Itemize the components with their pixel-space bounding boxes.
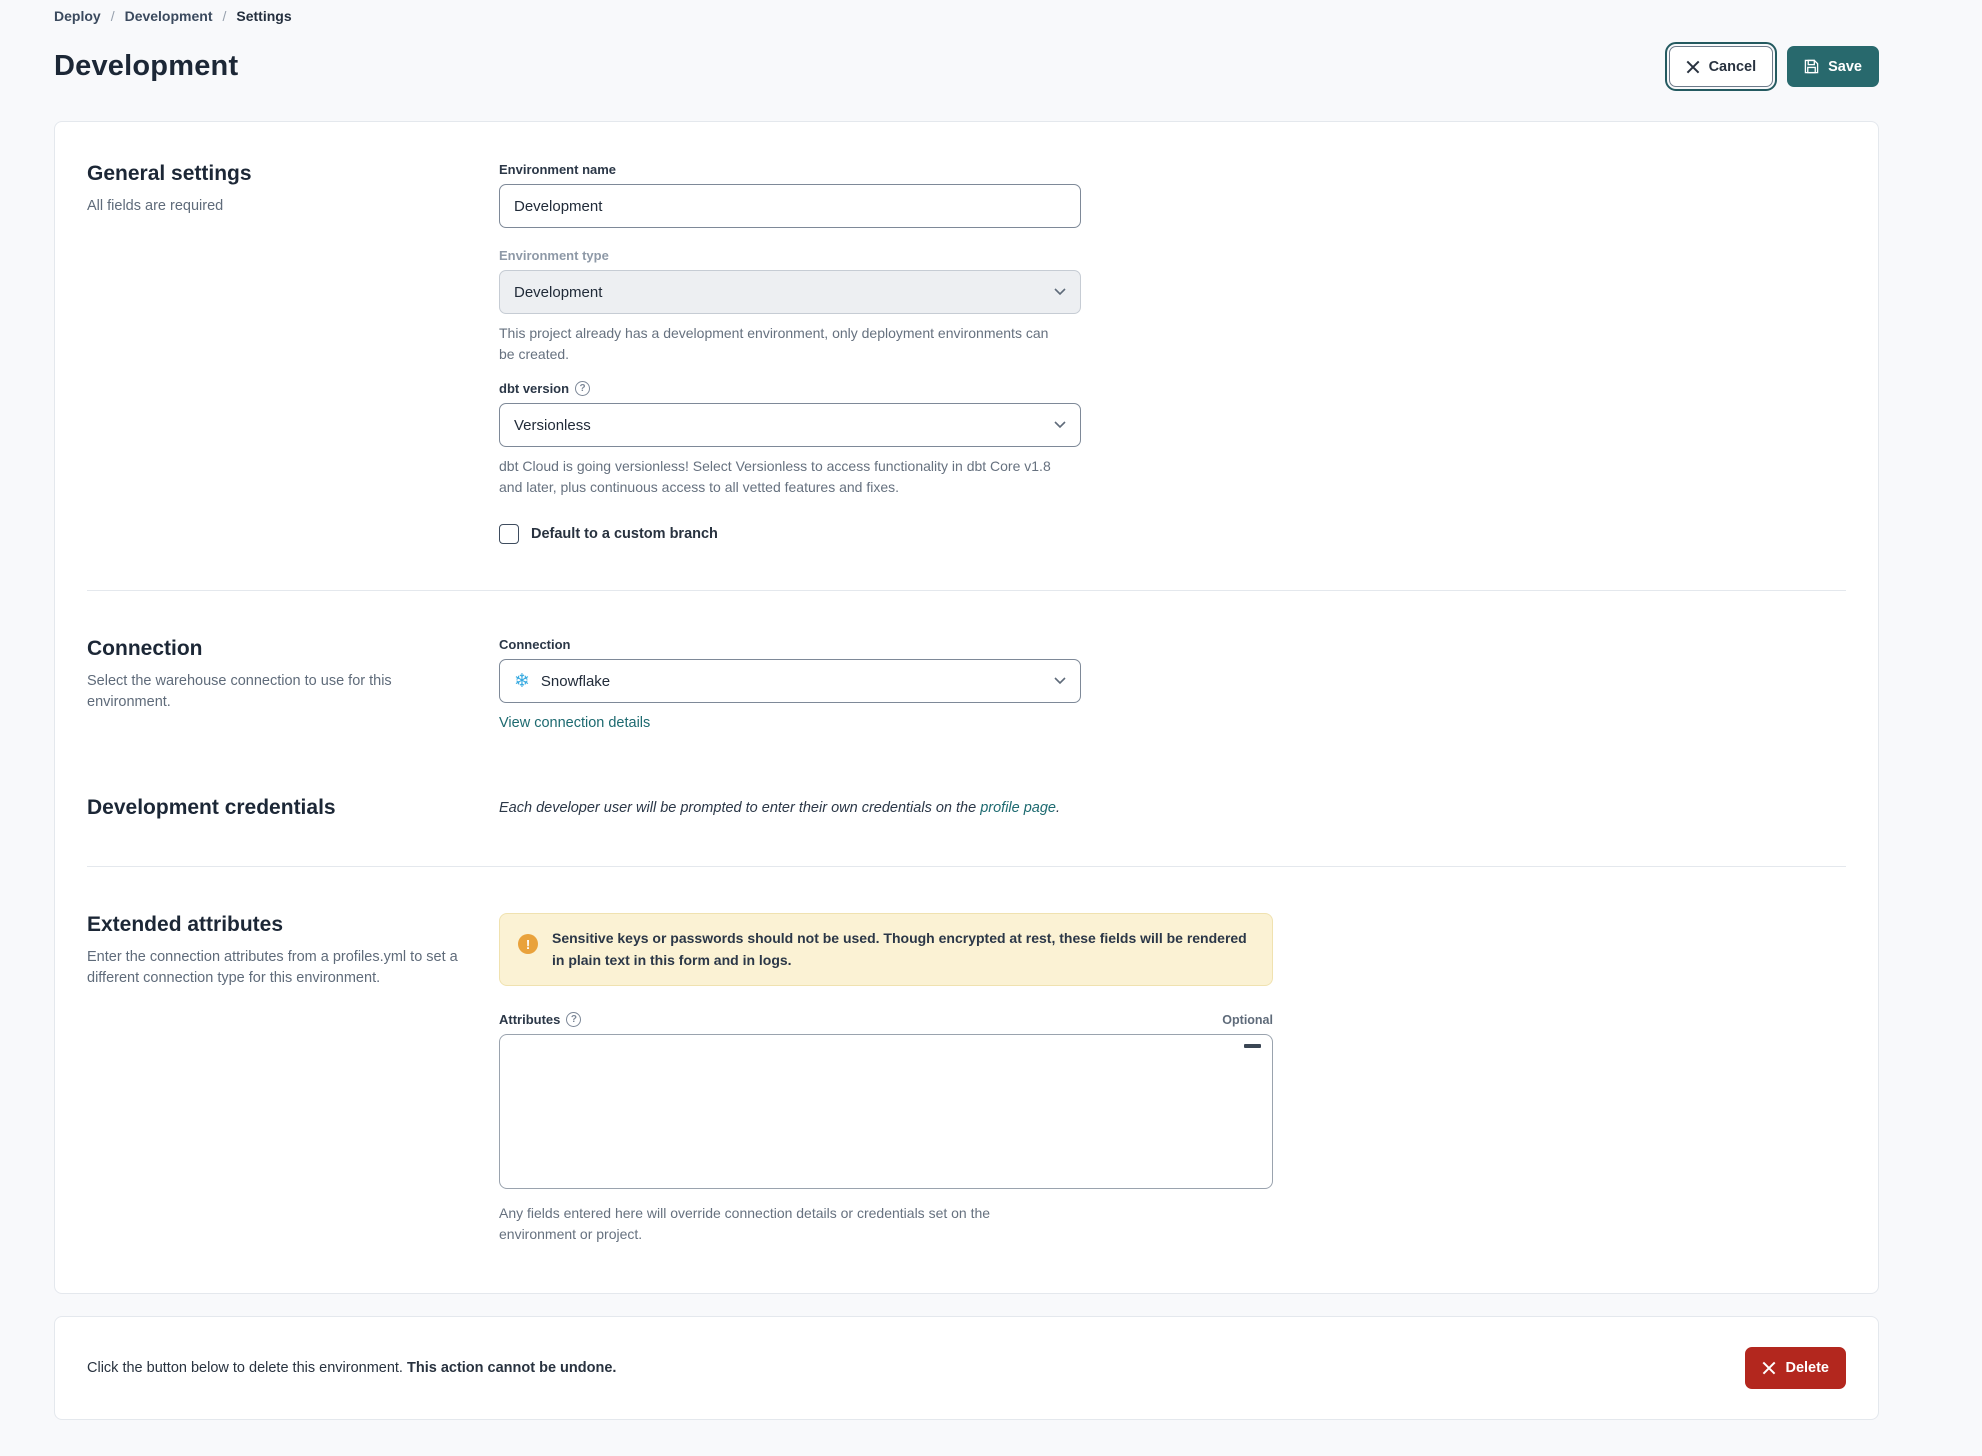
connection-field-label: Connection: [499, 637, 571, 652]
delete-environment-card: Click the button below to delete this en…: [54, 1316, 1879, 1421]
breadcrumb-settings: Settings: [236, 8, 292, 24]
breadcrumb-separator: /: [110, 8, 115, 24]
extended-attributes-heading: Extended attributes: [87, 913, 284, 936]
credentials-note-prefix: Each developer user will be prompted to …: [499, 800, 981, 816]
environment-name-input[interactable]: [499, 184, 1081, 228]
breadcrumb-deploy[interactable]: Deploy: [54, 8, 101, 24]
environment-type-label: Environment type: [499, 248, 609, 263]
close-icon: [1762, 1361, 1776, 1375]
dbt-version-help: dbt Cloud is going versionless! Select V…: [499, 458, 1051, 495]
page-header: Development Cancel Save: [54, 42, 1879, 91]
section-general-settings: General settings All fields are required…: [87, 162, 1846, 544]
profile-page-link[interactable]: profile page: [980, 800, 1056, 816]
warning-icon: !: [518, 934, 538, 954]
section-extended-attributes: Extended attributes Enter the connection…: [87, 913, 1846, 1245]
help-icon[interactable]: ?: [566, 1012, 582, 1028]
breadcrumb: Deploy / Development / Settings: [54, 8, 1879, 24]
chevron-down-icon: [1054, 288, 1066, 296]
connection-value: Snowflake: [540, 672, 611, 690]
delete-button[interactable]: Delete: [1745, 1347, 1846, 1390]
warning-banner: ! Sensitive keys or passwords should not…: [499, 913, 1273, 987]
cancel-button-label: Cancel: [1708, 58, 1757, 75]
snowflake-icon: ❄: [514, 670, 530, 692]
warning-text: Sensitive keys or passwords should not b…: [552, 930, 1247, 968]
attributes-label-text: Attributes: [499, 1012, 561, 1028]
connection-select[interactable]: ❄ Snowflake: [499, 659, 1081, 703]
dbt-version-label: dbt version ?: [499, 381, 1081, 396]
chevron-down-icon: [1054, 677, 1066, 685]
delete-text-prefix: Click the button below to delete this en…: [87, 1360, 407, 1377]
custom-branch-label: Default to a custom branch: [531, 526, 718, 542]
development-credentials-heading: Development credentials: [87, 796, 336, 819]
chevron-down-icon: [1054, 421, 1066, 429]
attributes-editor: [499, 1034, 1273, 1194]
header-actions: Cancel Save: [1664, 42, 1879, 91]
optional-badge: Optional: [1222, 1012, 1273, 1027]
settings-card: General settings All fields are required…: [54, 121, 1879, 1295]
attributes-label-row: Attributes ? Optional: [499, 1012, 1273, 1028]
custom-branch-checkbox[interactable]: [499, 524, 519, 544]
save-icon: [1804, 59, 1819, 74]
save-button[interactable]: Save: [1787, 46, 1879, 87]
credentials-note: Each developer user will be prompted to …: [499, 796, 1273, 816]
view-connection-details-link[interactable]: View connection details: [499, 715, 650, 731]
section-connection: Connection Select the warehouse connecti…: [87, 637, 1846, 732]
close-icon: [1686, 60, 1700, 74]
delete-text-warning: This action cannot be undone.: [406, 1360, 617, 1377]
dbt-version-select[interactable]: Versionless: [499, 403, 1081, 447]
help-icon[interactable]: ?: [575, 381, 591, 396]
credentials-note-suffix: .: [1055, 800, 1061, 816]
cancel-button[interactable]: Cancel: [1664, 42, 1778, 91]
environment-type-value: Development: [514, 283, 603, 301]
collapse-icon[interactable]: [1244, 1044, 1261, 1048]
general-settings-heading: General settings: [87, 162, 252, 185]
save-button-label: Save: [1828, 58, 1862, 75]
delete-button-label: Delete: [1785, 1360, 1829, 1377]
dbt-version-label-text: dbt version: [499, 381, 570, 396]
section-divider: [87, 590, 1846, 591]
breadcrumb-development[interactable]: Development: [125, 8, 213, 24]
section-development-credentials: Development credentials Each developer u…: [87, 796, 1846, 820]
environment-type-select: Development: [499, 270, 1081, 314]
section-divider: [87, 866, 1846, 867]
environment-type-help: This project already has a development e…: [499, 325, 1049, 362]
environment-name-label: Environment name: [499, 162, 617, 177]
attributes-helper: Any fields entered here will override co…: [499, 1205, 991, 1243]
page: Deploy / Development / Settings Developm…: [54, 0, 1879, 1421]
attributes-textarea[interactable]: [499, 1034, 1273, 1190]
attributes-label: Attributes ?: [499, 1012, 582, 1028]
dbt-version-value: Versionless: [514, 416, 591, 434]
connection-heading: Connection: [87, 637, 203, 660]
custom-branch-checkbox-row[interactable]: Default to a custom branch: [499, 524, 1081, 544]
delete-environment-text: Click the button below to delete this en…: [87, 1360, 616, 1376]
extended-attributes-subheading: Enter the connection attributes from a p…: [87, 949, 458, 987]
breadcrumb-separator: /: [222, 8, 227, 24]
connection-subheading: Select the warehouse connection to use f…: [87, 673, 392, 711]
general-settings-subheading: All fields are required: [87, 198, 224, 214]
page-title: Development: [54, 50, 239, 82]
